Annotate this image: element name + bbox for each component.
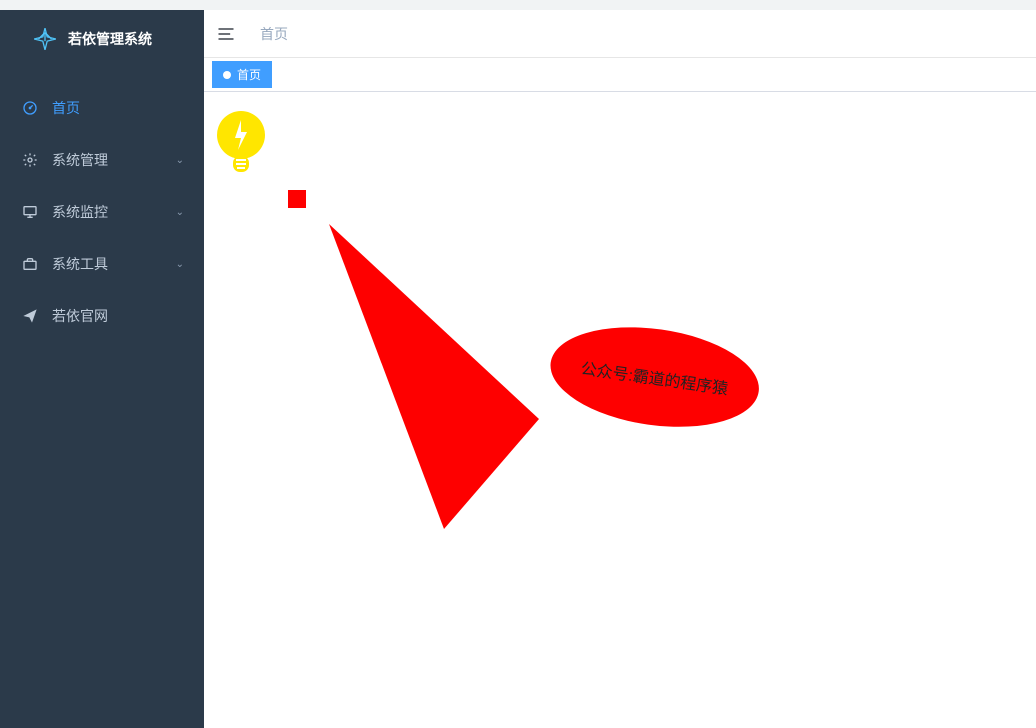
dashboard-icon	[20, 100, 40, 116]
paper-plane-icon	[20, 308, 40, 324]
red-ellipse-annotation: 公众号:霸道的程序猿	[544, 322, 764, 447]
logo-icon	[32, 26, 58, 52]
gear-icon	[20, 152, 40, 168]
sidebar-item-system-monitor[interactable]: 系统监控 ⌄	[0, 186, 204, 238]
top-bar: 首页	[204, 10, 1036, 58]
sidebar-item-official-site[interactable]: 若依官网	[0, 290, 204, 342]
red-square-shape	[288, 190, 306, 208]
sidebar-item-label: 若依官网	[52, 306, 108, 326]
active-dot-icon	[223, 71, 231, 79]
app-container: 若依管理系统 首页 系统管理 ⌄ 系统监控 ⌄	[0, 10, 1036, 728]
logo-section: 若依管理系统	[0, 10, 204, 64]
content-area: 公众号:霸道的程序猿	[204, 92, 1036, 728]
toolbox-icon	[20, 256, 40, 272]
breadcrumb-home[interactable]: 首页	[260, 24, 288, 44]
sidebar: 若依管理系统 首页 系统管理 ⌄ 系统监控 ⌄	[0, 10, 204, 728]
sidebar-item-label: 系统管理	[52, 150, 108, 170]
chevron-down-icon: ⌄	[176, 259, 184, 270]
tab-label: 首页	[237, 66, 261, 83]
sidebar-item-label: 首页	[52, 98, 80, 118]
tab-home[interactable]: 首页	[212, 61, 272, 88]
red-triangle-shape	[329, 224, 549, 539]
chevron-down-icon: ⌄	[176, 155, 184, 166]
sidebar-item-system-manage[interactable]: 系统管理 ⌄	[0, 134, 204, 186]
browser-chrome-bar	[0, 0, 1036, 10]
monitor-icon	[20, 204, 40, 220]
hamburger-icon[interactable]	[216, 24, 236, 44]
app-title: 若依管理系统	[68, 29, 152, 49]
main-area: 首页 首页	[204, 10, 1036, 728]
chevron-down-icon: ⌄	[176, 207, 184, 218]
sidebar-item-system-tools[interactable]: 系统工具 ⌄	[0, 238, 204, 290]
sidebar-menu: 首页 系统管理 ⌄ 系统监控 ⌄ 系统工具 ⌄	[0, 82, 204, 342]
sidebar-item-home[interactable]: 首页	[0, 82, 204, 134]
tabs-bar: 首页	[204, 58, 1036, 92]
sidebar-item-label: 系统监控	[52, 202, 108, 222]
bulb-icon[interactable]	[216, 110, 266, 181]
sidebar-item-label: 系统工具	[52, 254, 108, 274]
